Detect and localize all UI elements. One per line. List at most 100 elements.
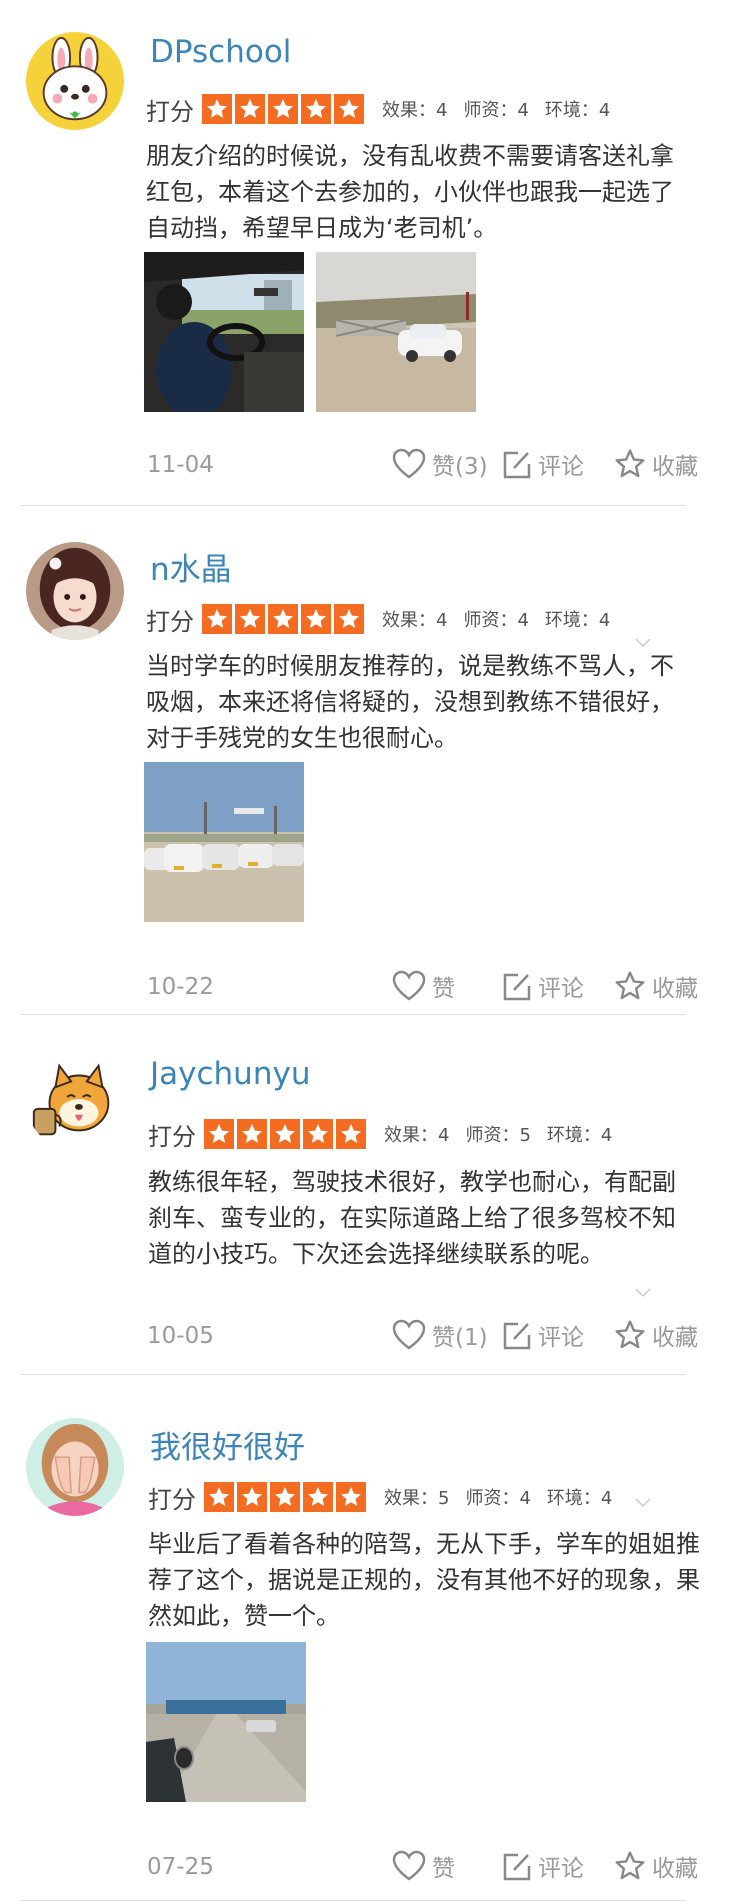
like-label: 赞: [432, 976, 455, 1002]
edit-icon: [503, 451, 531, 479]
favorite-label: 收藏: [652, 1325, 698, 1351]
username[interactable]: 我很好很好: [150, 1422, 305, 1467]
star-icon: [204, 1482, 234, 1512]
favorite-button[interactable]: 收藏: [614, 447, 698, 481]
star-icon: [235, 94, 265, 124]
chevron-down-icon[interactable]: [634, 1494, 652, 1512]
like-button[interactable]: 赞(1): [392, 1318, 502, 1352]
comment-label: 评论: [538, 454, 584, 480]
comment-label: 评论: [538, 1325, 584, 1351]
rating-row: 打分 效果：4 师资：5 环境：4: [148, 1117, 628, 1151]
star-icon: [334, 94, 364, 124]
review-item: DPschool 打分 效果：4 师资：4 环境：4 朋友介绍的时候说，没有乱收…: [0, 0, 750, 510]
comment-label: 评论: [538, 1856, 584, 1882]
star-icon: [202, 94, 232, 124]
comment-button[interactable]: 评论: [502, 969, 614, 1003]
photo-gallery: [146, 1642, 306, 1802]
rating-row: 打分 效果：5 师资：4 环境：4: [148, 1480, 628, 1514]
star-icon: [237, 1482, 267, 1512]
rating-label: 打分: [148, 1485, 196, 1514]
username[interactable]: Jaychunyu: [150, 1056, 310, 1092]
chevron-down-icon[interactable]: [634, 1284, 652, 1302]
star-rating: [204, 1119, 366, 1149]
heart-icon: [392, 970, 426, 1001]
divider: [20, 1900, 686, 1901]
rating-row: 打分 效果：4 师资：4 环境：4: [146, 602, 626, 636]
star-outline-icon: [615, 971, 645, 1000]
favorite-button[interactable]: 收藏: [614, 1318, 698, 1352]
like-label: 赞: [432, 1856, 455, 1882]
driving-interior-photo[interactable]: [144, 252, 304, 412]
chevron-down-icon[interactable]: [634, 634, 652, 652]
review-text: 毕业后了看着各种的陪驾，无从下手，学车的姐姐推荐了这个，据说是正规的，没有其他不…: [148, 1530, 700, 1630]
review-item: 我很好很好 打分 效果：5 师资：4 环境：4 毕业后了看着各种的陪驾，无从下手…: [0, 1380, 750, 1904]
favorite-label: 收藏: [652, 1856, 698, 1882]
environment-score: 环境：4: [544, 100, 611, 121]
review-text: 朋友介绍的时候说，没有乱收费不需要请客送礼拿红包，本着这个去参加的，小伙伴也跟我…: [146, 142, 674, 242]
username[interactable]: n水晶: [150, 544, 232, 589]
star-rating: [202, 604, 364, 634]
effect-score: 效果：4: [382, 100, 448, 121]
star-icon: [268, 604, 298, 634]
favorite-button[interactable]: 收藏: [614, 969, 698, 1003]
environment-score: 环境：4: [546, 1488, 613, 1509]
review-date: 11-04: [147, 452, 214, 478]
hands-over-face-avatar[interactable]: [26, 1418, 124, 1516]
star-icon: [301, 604, 331, 634]
girl-portrait-avatar[interactable]: [26, 542, 124, 640]
star-icon: [268, 94, 298, 124]
comment-button[interactable]: 评论: [502, 1849, 614, 1883]
effect-score: 效果：4: [382, 610, 448, 631]
rating-label: 打分: [146, 607, 194, 636]
review-item: n水晶 打分 效果：4 师资：4 环境：4 当时学车的时候朋友推荐的，说是教练不…: [0, 510, 750, 1020]
star-icon: [301, 94, 331, 124]
star-icon: [270, 1119, 300, 1149]
rating-label: 打分: [146, 97, 194, 126]
star-icon: [204, 1119, 234, 1149]
username[interactable]: DPschool: [150, 34, 291, 70]
edit-icon: [503, 1322, 531, 1350]
like-button[interactable]: 赞(3): [392, 447, 502, 481]
star-icon: [303, 1119, 333, 1149]
star-icon: [237, 1119, 267, 1149]
teacher-score: 师资：4: [465, 1488, 531, 1509]
review-date: 10-05: [147, 1323, 214, 1349]
photo-gallery: [144, 762, 304, 922]
star-outline-icon: [615, 449, 645, 478]
like-button[interactable]: 赞: [392, 969, 502, 1003]
shiba-dog-avatar[interactable]: [26, 1052, 124, 1150]
like-label: 赞(1): [432, 1325, 488, 1351]
star-icon: [336, 1482, 366, 1512]
training-road-photo[interactable]: [146, 1642, 306, 1802]
action-bar: 赞(3) 评论 收藏: [392, 444, 698, 484]
star-icon: [334, 604, 364, 634]
review-date: 07-25: [147, 1854, 214, 1880]
comment-label: 评论: [538, 976, 584, 1002]
rating-row: 打分 效果：4 师资：4 环境：4: [146, 92, 626, 126]
teacher-score: 师资：4: [463, 100, 529, 121]
edit-icon: [503, 1853, 531, 1881]
like-button[interactable]: 赞: [392, 1849, 502, 1883]
teacher-score: 师资：5: [465, 1125, 531, 1146]
effect-score: 效果：5: [384, 1488, 450, 1509]
environment-score: 环境：4: [546, 1125, 613, 1146]
review-text: 当时学车的时候朋友推荐的，说是教练不骂人，不吸烟，本来还将信将疑的，没想到教练不…: [146, 652, 674, 752]
action-bar: 赞 评论 收藏: [392, 966, 698, 1006]
cars-row-photo[interactable]: [144, 762, 304, 922]
comment-button[interactable]: 评论: [502, 447, 614, 481]
star-icon: [270, 1482, 300, 1512]
review-item: Jaychunyu 打分 效果：4 师资：5 环境：4 教练很年轻，驾驶技术很好…: [0, 1020, 750, 1380]
divider: [20, 1374, 686, 1375]
star-icon: [235, 604, 265, 634]
favorite-button[interactable]: 收藏: [614, 1849, 698, 1883]
heart-icon: [392, 1319, 426, 1350]
rating-label: 打分: [148, 1122, 196, 1151]
star-icon: [303, 1482, 333, 1512]
comment-button[interactable]: 评论: [502, 1318, 614, 1352]
star-rating: [204, 1482, 366, 1512]
bunny-avatar[interactable]: [26, 32, 124, 130]
parking-lot-car-photo[interactable]: [316, 252, 476, 412]
action-bar: 赞 评论 收藏: [392, 1846, 698, 1886]
edit-icon: [503, 973, 531, 1001]
star-rating: [202, 94, 364, 124]
